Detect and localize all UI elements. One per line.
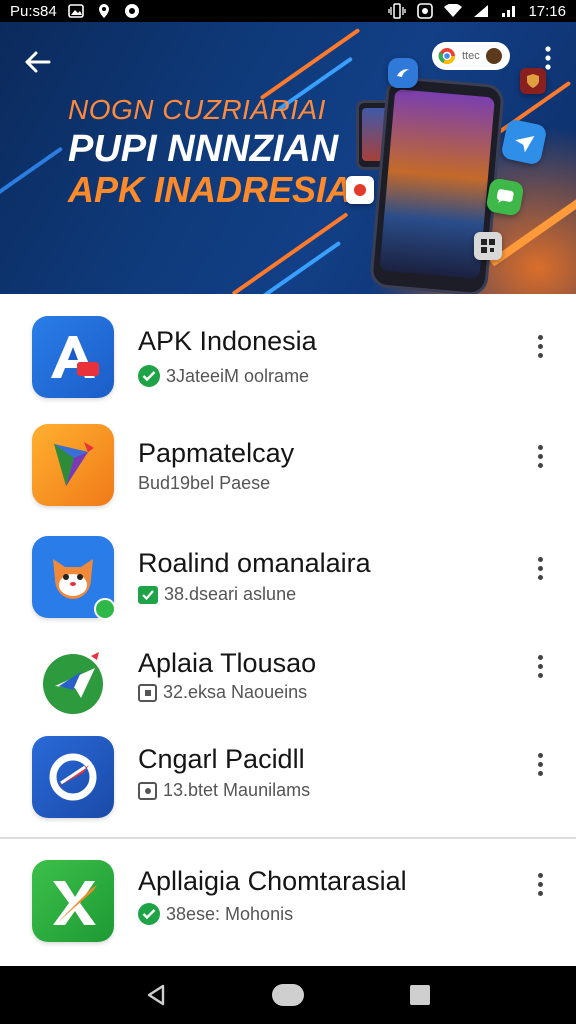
verified-check-icon: [138, 903, 160, 925]
app-name: Roalind omanalaira: [138, 548, 371, 578]
status-carrier-text: Pu:s84: [10, 2, 57, 20]
sync-icon: [416, 3, 434, 19]
app-name: APK Indonesia: [138, 326, 317, 356]
orbit-app-icon: [32, 736, 114, 818]
verified-check-icon: [138, 365, 160, 387]
app-subtitle-row: 32.eksa Naoueins: [138, 682, 307, 703]
list-item[interactable]: Roalind omanalaira 38.dseari aslune: [0, 514, 576, 624]
list-divider: [0, 837, 576, 839]
signal-bars-icon: [500, 3, 518, 19]
apk-indonesia-app-icon: [32, 316, 114, 398]
location-icon: [95, 3, 113, 19]
float-app-icon: [388, 58, 418, 88]
hero-stripe: [0, 146, 64, 202]
signal-icon: [472, 3, 490, 19]
list-item[interactable]: Papmatelcay Bud19bel Paese: [0, 404, 576, 514]
app-name: Aplaia Tlousao: [138, 648, 317, 678]
hero-stripe: [231, 212, 349, 294]
triangle-back-icon: [147, 984, 165, 1006]
app-subtitle: Bud19bel Paese: [138, 473, 271, 493]
nav-home-button[interactable]: [268, 975, 308, 1015]
x-app-icon: [32, 860, 114, 942]
hero-banner: ttec NOGN CUZRIARIAI PUPI NNNZIAN APK IN…: [0, 22, 576, 294]
record-icon: [346, 176, 374, 204]
list-item[interactable]: Aplaia Tlousao 32.eksa Naoueins: [0, 624, 576, 734]
kebab-icon: [545, 46, 551, 70]
app-more-button[interactable]: [526, 866, 554, 902]
hero-line-3: APK INADRESIA: [68, 169, 353, 210]
hero-line-2: PUPI NNNZIAN: [68, 128, 339, 170]
avatar-icon: [485, 48, 502, 64]
gallery-icon: [67, 3, 85, 19]
status-bar: Pu:s84 17:16: [0, 0, 576, 22]
phone-illustration: [368, 75, 506, 294]
hero-line-1: NOGN CUZRIARIAI: [68, 94, 326, 125]
papmatelcay-app-icon: [32, 424, 114, 506]
app-more-button[interactable]: [526, 328, 554, 364]
back-button[interactable]: [18, 44, 58, 80]
square-badge-icon: [138, 683, 157, 702]
app-subtitle-row: Bud19bel Paese: [138, 473, 270, 494]
status-time: 17:16: [528, 2, 566, 20]
navigation-bar: [0, 966, 576, 1024]
verified-check-icon: [138, 585, 158, 604]
chat-app-icon: [485, 177, 525, 217]
qr-icon: [474, 232, 502, 260]
app-subtitle: 38.dseari aslune: [164, 584, 297, 604]
app-name: Cngarl Pacidll: [138, 744, 305, 774]
app-more-button[interactable]: [526, 550, 554, 586]
list-item[interactable]: Apllaigia Chomtarasial 38ese: Mohonis: [0, 846, 576, 956]
notification-dot-icon: [123, 3, 141, 19]
badge-icon: [94, 598, 116, 620]
app-more-button[interactable]: [526, 746, 554, 782]
app-subtitle-row: 3JateeiM oolrame: [138, 365, 309, 387]
square-recents-icon: [410, 985, 430, 1005]
app-subtitle-row: 38.dseari aslune: [138, 584, 296, 605]
hero-title: NOGN CUZRIARIAI PUPI NNNZIAN APK INADRES…: [68, 96, 352, 208]
app-subtitle-row: 38ese: Mohonis: [138, 903, 293, 925]
vibrate-icon: [388, 3, 407, 19]
app-more-button[interactable]: [526, 648, 554, 684]
nav-back-button[interactable]: [136, 975, 176, 1015]
home-pill-icon: [272, 984, 304, 1006]
app-name: Apllaigia Chomtarasial: [138, 866, 407, 896]
send-app-icon: [32, 640, 114, 722]
app-subtitle: 13.btet Maunilams: [163, 780, 311, 800]
nav-recents-button[interactable]: [400, 975, 440, 1015]
wifi-icon: [444, 3, 463, 19]
shield-icon: [520, 68, 546, 94]
app-subtitle: 38ese: Mohonis: [166, 903, 294, 924]
chrome-pill-text: ttec: [462, 50, 480, 62]
list-item[interactable]: Cngarl Pacidll 13.btet Maunilams: [0, 724, 576, 834]
list-item[interactable]: APK Indonesia 3JateeiM oolrame: [0, 294, 576, 404]
app-subtitle: 3JateeiM oolrame: [166, 365, 310, 386]
arrow-left-icon: [25, 51, 51, 73]
app-more-button[interactable]: [526, 438, 554, 474]
square-badge-icon: [138, 781, 157, 800]
app-subtitle-row: 13.btet Maunilams: [138, 780, 310, 801]
chrome-icon: [438, 48, 456, 65]
cat-app-icon: [32, 536, 116, 620]
app-name: Papmatelcay: [138, 438, 295, 468]
app-subtitle: 32.eksa Naoueins: [163, 682, 308, 702]
chrome-pill: ttec: [432, 42, 510, 70]
